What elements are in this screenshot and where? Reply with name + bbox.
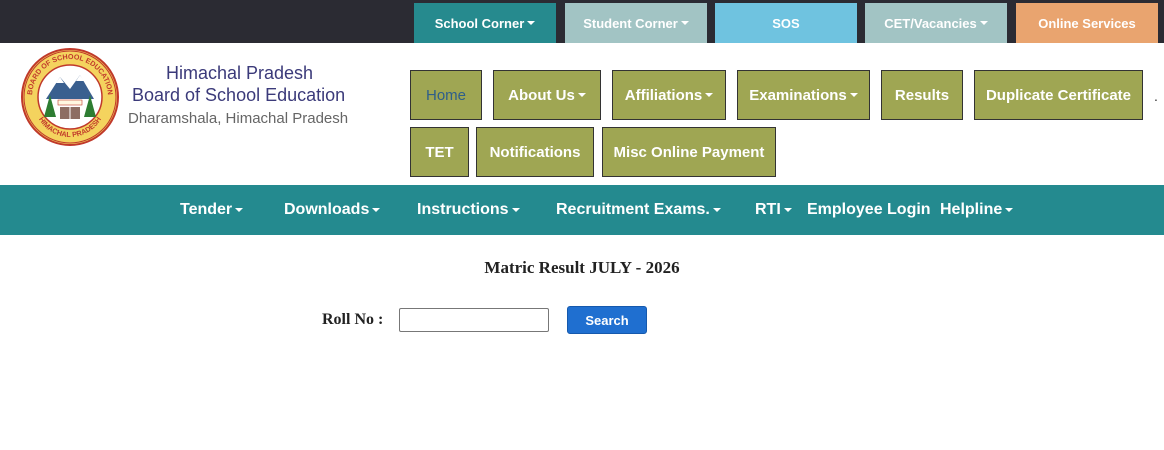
nav-employee-login-label: Employee Login: [807, 201, 931, 218]
online-services-button[interactable]: Online Services: [1016, 3, 1158, 43]
secondary-nav: Tender Downloads Instructions Recruitmen…: [0, 185, 1164, 235]
nav-tet[interactable]: TET: [410, 127, 469, 177]
sos-button[interactable]: SOS: [715, 3, 857, 43]
chevron-down-icon: [783, 208, 792, 212]
nav-downloads-label: Downloads: [284, 201, 370, 218]
search-button[interactable]: Search: [567, 306, 647, 334]
chevron-down-icon: [680, 21, 689, 25]
nav-examinations[interactable]: Examinations: [737, 70, 870, 120]
nav-downloads[interactable]: Downloads: [284, 185, 381, 235]
nav-results[interactable]: Results: [881, 70, 963, 120]
chevron-down-icon: [235, 208, 244, 212]
brand-board: Board of School Education: [132, 85, 346, 105]
school-corner-menu[interactable]: School Corner: [414, 3, 556, 43]
nav-results-label: Results: [894, 86, 950, 104]
student-corner-label: Student Corner: [583, 15, 678, 31]
roll-no-input[interactable]: [399, 308, 549, 332]
result-title: Matric Result JULY - 2026: [484, 258, 680, 277]
nav-recruitment-exams-label: Recruitment Exams.: [556, 201, 710, 218]
chevron-down-icon: [1005, 208, 1014, 212]
sos-label: SOS: [772, 15, 800, 31]
cet-vacancies-menu[interactable]: CET/Vacancies: [865, 3, 1007, 43]
chevron-down-icon: [527, 21, 536, 25]
nav-helpline[interactable]: Helpline: [940, 185, 1014, 235]
nav-home[interactable]: Home: [410, 70, 482, 120]
nav-misc-online-payment[interactable]: Misc Online Payment: [602, 127, 776, 177]
chevron-down-icon: [372, 208, 381, 212]
nav-employee-login[interactable]: Employee Login: [807, 185, 931, 235]
student-corner-menu[interactable]: Student Corner: [565, 3, 707, 43]
chevron-down-icon: [979, 21, 988, 25]
nav-instructions-label: Instructions: [417, 201, 509, 218]
nav-helpline-label: Helpline: [940, 201, 1003, 218]
chevron-down-icon: [849, 93, 858, 97]
school-corner-label: School Corner: [434, 15, 525, 31]
nav-recruitment-exams[interactable]: Recruitment Exams.: [556, 185, 721, 235]
nav-examinations-label: Examinations: [749, 86, 847, 104]
chevron-down-icon: [577, 93, 586, 97]
nav-notifications[interactable]: Notifications: [476, 127, 594, 177]
nav-duplicate-certificate-label: Duplicate Certificate: [985, 86, 1132, 104]
brand-state: Himachal Pradesh: [166, 63, 314, 83]
chevron-down-icon: [712, 208, 721, 212]
nav-rti[interactable]: RTI: [755, 185, 792, 235]
nav-tet-label: TET: [425, 143, 454, 161]
nav-rti-label: RTI: [755, 201, 781, 218]
nav-instructions[interactable]: Instructions: [417, 185, 520, 235]
chevron-down-icon: [705, 93, 714, 97]
nav-notifications-label: Notifications: [489, 143, 581, 161]
trailing-dot: .: [1154, 88, 1158, 104]
chevron-down-icon: [511, 208, 520, 212]
nav-tender[interactable]: Tender: [180, 185, 244, 235]
online-services-label: Online Services: [1038, 15, 1136, 31]
roll-no-label: Roll No :: [322, 311, 384, 328]
brand-location: Dharamshala, Himachal Pradesh: [128, 110, 349, 127]
nav-misc-online-payment-label: Misc Online Payment: [613, 143, 765, 161]
top-bar: School Corner Student Corner SOS CET/Vac…: [0, 0, 1164, 43]
nav-about-us-label: About Us: [508, 86, 575, 104]
nav-home-label: Home: [425, 86, 466, 104]
nav-tender-label: Tender: [180, 201, 233, 218]
nav-about-us[interactable]: About Us: [493, 70, 601, 120]
cet-vacancies-label: CET/Vacancies: [884, 15, 977, 31]
nav-affiliations-label: Affiliations: [624, 86, 703, 104]
board-logo[interactable]: BOARD OF SCHOOL EDUCATION HIMACHAL PRADE…: [20, 47, 120, 147]
nav-affiliations[interactable]: Affiliations: [612, 70, 726, 120]
nav-duplicate-certificate[interactable]: Duplicate Certificate: [974, 70, 1143, 120]
